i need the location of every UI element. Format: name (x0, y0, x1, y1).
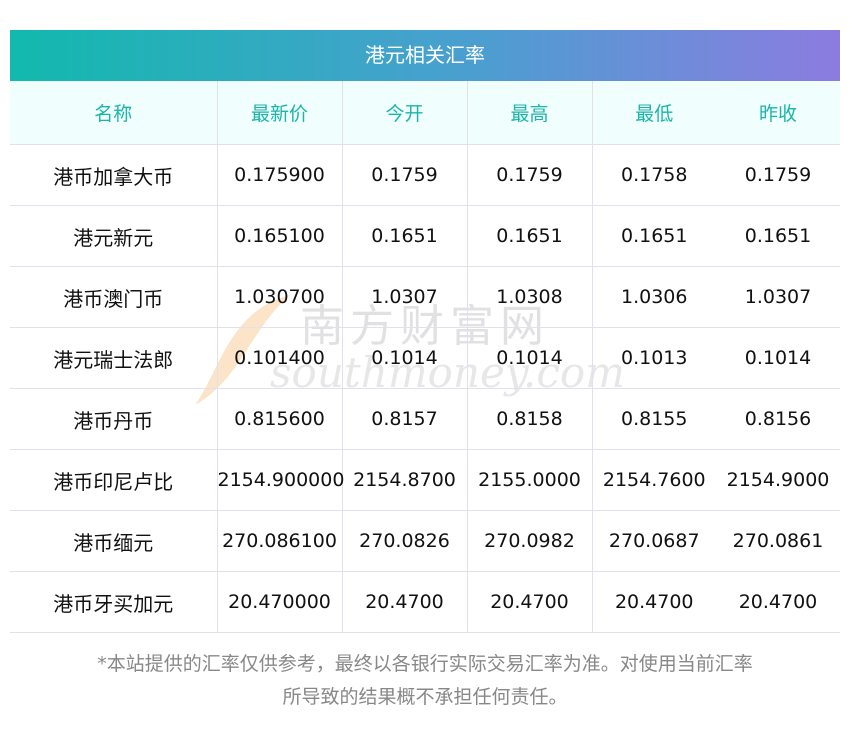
table-row: 港元瑞士法郎 0.101400 0.1014 0.1014 0.1013 0.1014 (10, 327, 840, 389)
disclaimer: *本站提供的汇率仅供参考，最终以各银行实际交易汇率为准。对使用当前汇率 所导致的… (0, 648, 850, 714)
currency-name: 港币缅元 (10, 510, 217, 572)
column-header: 名称 (10, 81, 217, 145)
rate-cell: 0.1651 (466, 205, 592, 267)
currency-name: 港币澳门币 (10, 266, 217, 328)
header-row: 名称 最新价 今开 最高 最低 昨收 (10, 81, 840, 145)
rate-cell: 270.0687 (591, 510, 716, 572)
rate-cell: 2155.0000 (466, 449, 592, 511)
rate-cell: 0.1758 (591, 144, 716, 206)
rate-cell: 0.1014 (716, 327, 840, 389)
rate-cell: 270.086100 (216, 510, 342, 572)
rate-cell: 0.1014 (341, 327, 467, 389)
rate-cell: 0.1013 (591, 327, 716, 389)
table-row: 港币牙买加元 20.470000 20.4700 20.4700 20.4700 20.4… (10, 571, 840, 633)
rate-cell: 0.8157 (341, 388, 467, 450)
column-header: 昨收 (716, 81, 840, 145)
column-header: 今开 (341, 81, 467, 145)
rate-cell: 20.470000 (216, 571, 342, 633)
rate-cell: 270.0861 (716, 510, 840, 572)
rate-cell: 0.1651 (591, 205, 716, 267)
rate-cell: 0.1651 (341, 205, 467, 267)
disclaimer-line-1: *本站提供的汇率仅供参考，最终以各银行实际交易汇率为准。对使用当前汇率 (97, 653, 753, 675)
rate-cell: 0.101400 (216, 327, 342, 389)
rate-cell: 270.0982 (466, 510, 592, 572)
column-header: 最新价 (216, 81, 342, 145)
rate-cell: 270.0826 (341, 510, 467, 572)
rate-cell: 0.8156 (716, 388, 840, 450)
table-row: 港币丹币 0.815600 0.8157 0.8158 0.8155 0.8156 (10, 388, 840, 450)
disclaimer-line-2: 所导致的结果概不承担任何责任。 (282, 686, 568, 708)
rate-cell: 20.4700 (716, 571, 840, 633)
rate-cell: 0.8158 (466, 388, 592, 450)
currency-name: 港币加拿大币 (10, 144, 217, 206)
table-row: 港币缅元 270.086100 270.0826 270.0982 270.0687 27… (10, 510, 840, 572)
rate-cell: 20.4700 (466, 571, 592, 633)
currency-name: 港元瑞士法郎 (10, 327, 217, 389)
rate-cell: 20.4700 (341, 571, 467, 633)
rate-cell: 0.1651 (716, 205, 840, 267)
rate-cell: 0.175900 (216, 144, 342, 206)
rates-table: 名称 最新价 今开 最高 最低 昨收 港币加拿大币 0.175900 0.1759 0.1759… (10, 81, 840, 633)
rate-cell: 0.1759 (466, 144, 592, 206)
table-row: 港币澳门币 1.030700 1.0307 1.0308 1.0306 1.0307 (10, 266, 840, 328)
currency-name: 港币牙买加元 (10, 571, 217, 633)
table-row: 港币印尼卢比 2154.900000 2154.8700 2155.0000 2154.… (10, 449, 840, 511)
rate-cell: 1.0306 (591, 266, 716, 328)
rate-cell: 0.815600 (216, 388, 342, 450)
rate-cell: 2154.900000 (216, 449, 344, 511)
rate-cell: 2154.7600 (591, 449, 716, 511)
column-header: 最高 (466, 81, 592, 145)
rate-cell: 0.165100 (216, 205, 342, 267)
table-row: 港元新元 0.165100 0.1651 0.1651 0.1651 0.1651 (10, 205, 840, 267)
currency-name: 港币丹币 (10, 388, 217, 450)
rate-cell: 0.8155 (591, 388, 716, 450)
rate-cell: 0.1759 (341, 144, 467, 206)
rate-cell: 2154.8700 (341, 449, 467, 511)
table-title: 港元相关汇率 (10, 30, 840, 81)
table-row: 港币加拿大币 0.175900 0.1759 0.1759 0.1758 0.1759 (10, 144, 840, 206)
rate-cell: 1.0307 (341, 266, 467, 328)
currency-name: 港元新元 (10, 205, 217, 267)
column-header: 最低 (591, 81, 716, 145)
currency-name: 港币印尼卢比 (10, 449, 217, 511)
rate-cell: 1.0308 (466, 266, 592, 328)
rate-cell: 1.030700 (216, 266, 342, 328)
rate-cell: 2154.9000 (716, 449, 840, 511)
rate-cell: 0.1014 (466, 327, 592, 389)
rate-cell: 20.4700 (591, 571, 716, 633)
rate-cell: 0.1759 (716, 144, 840, 206)
rate-cell: 1.0307 (716, 266, 840, 328)
